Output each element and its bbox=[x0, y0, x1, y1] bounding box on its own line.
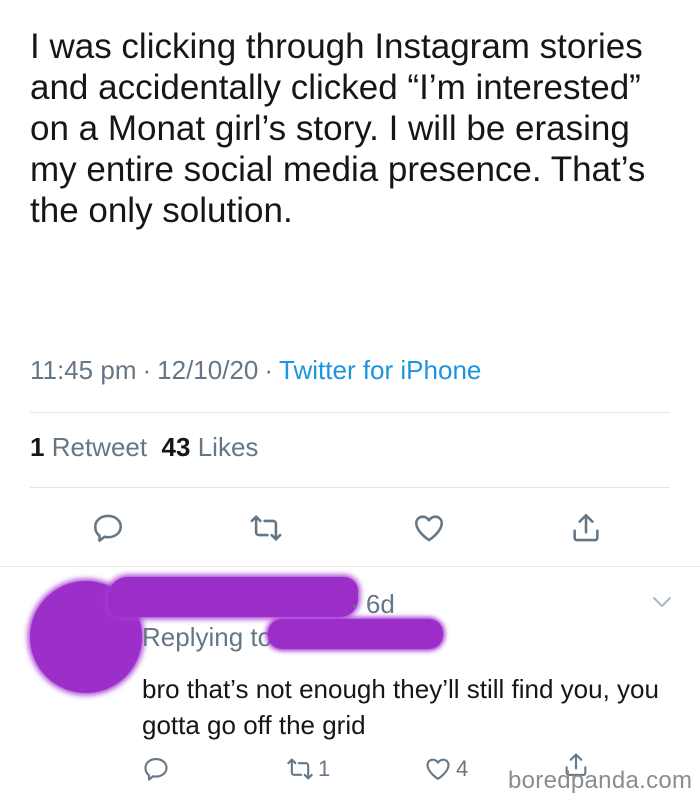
retweet-button[interactable] bbox=[246, 508, 286, 548]
reply-icon bbox=[93, 514, 123, 543]
meta-separator: · bbox=[142, 355, 152, 385]
divider bbox=[30, 412, 670, 413]
tweet-date: 12/10/20 bbox=[157, 355, 259, 385]
meta-separator: · bbox=[264, 355, 274, 385]
retweet-icon bbox=[250, 515, 282, 541]
divider bbox=[30, 487, 670, 488]
tweet-meta: 11:45 pm · 12/10/20 · Twitter for iPhone bbox=[30, 355, 481, 386]
reply-retweet-button[interactable]: 1 bbox=[286, 755, 330, 783]
tweet-source-link[interactable]: Twitter for iPhone bbox=[279, 355, 481, 385]
watermark: boredpanda.com bbox=[508, 767, 693, 794]
retweet-icon bbox=[287, 758, 313, 780]
tweet-stats: 1 Retweet 43 Likes bbox=[30, 432, 258, 463]
retweets-stat[interactable]: 1 Retweet bbox=[30, 432, 147, 462]
reply-button[interactable] bbox=[88, 508, 128, 548]
tweet-text: I was clicking through Instagram stories… bbox=[30, 27, 656, 230]
like-button[interactable] bbox=[409, 508, 449, 548]
tweet-time: 11:45 pm bbox=[30, 355, 137, 385]
heart-icon bbox=[414, 515, 444, 542]
reply-time: · 6d bbox=[350, 589, 395, 619]
share-button[interactable] bbox=[566, 508, 606, 548]
reply-like-button[interactable]: 4 bbox=[424, 755, 468, 783]
redacted-handle bbox=[268, 619, 443, 649]
reply-reply-button[interactable] bbox=[142, 755, 170, 783]
share-icon bbox=[573, 513, 599, 542]
reply-tweet[interactable]: · 6d Replying to bro that’s not enough t… bbox=[0, 567, 700, 801]
replying-to: Replying to bbox=[142, 622, 273, 652]
likes-stat[interactable]: 43 Likes bbox=[162, 432, 259, 462]
reply-icon bbox=[144, 758, 168, 781]
reply-like-count: 4 bbox=[456, 756, 469, 781]
reply-retweet-count: 1 bbox=[318, 756, 331, 781]
chevron-down-icon[interactable] bbox=[650, 593, 674, 611]
heart-icon bbox=[426, 758, 450, 780]
reply-text: bro that’s not enough they’ll still find… bbox=[142, 674, 667, 740]
redacted-username bbox=[108, 577, 358, 617]
